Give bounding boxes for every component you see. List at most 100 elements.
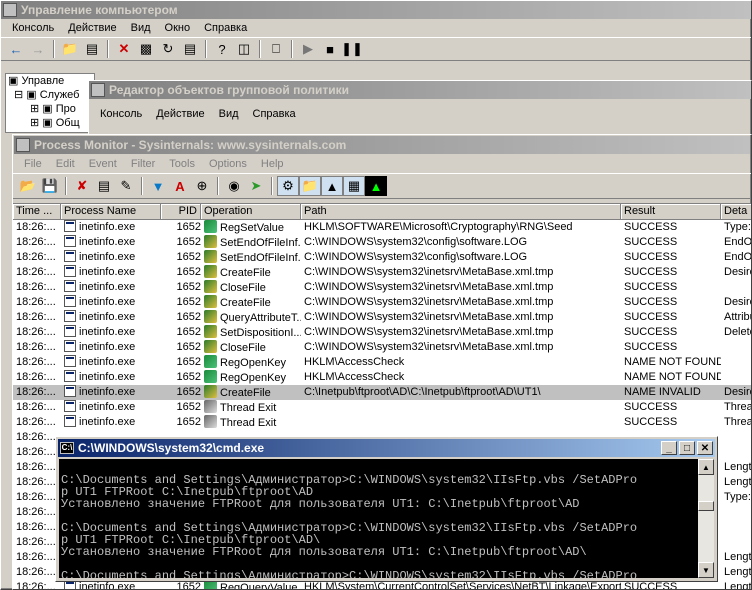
filter-icon[interactable]: ▼	[147, 176, 169, 196]
cell-time: 18:26:...	[13, 340, 61, 355]
table-row[interactable]: 18:26:... inetinfo.exe 1652 CloseFile C:\WIN…	[13, 340, 751, 355]
tree-item-root[interactable]: ▣ Управле	[8, 74, 94, 88]
menu-action[interactable]: Действие	[61, 22, 123, 34]
registry-icon	[204, 355, 217, 368]
tree-item-pro[interactable]: ⊞ ▣ Про	[8, 102, 94, 116]
forward-arrow-icon[interactable]: →	[27, 39, 49, 59]
cell-pid: 1652	[161, 385, 201, 400]
filesystem-activity-icon[interactable]: 📁	[299, 176, 321, 196]
pm-menu-file[interactable]: File	[17, 158, 49, 170]
stop-icon[interactable]: ■	[319, 39, 341, 59]
cell-detail-text: EndO	[724, 236, 751, 248]
profiling-icon[interactable]: ▲	[365, 176, 387, 196]
gpo-menu-action[interactable]: Действие	[149, 108, 211, 120]
table-row[interactable]: 18:26:... inetinfo.exe 1652 QueryAttributeT…	[13, 310, 751, 325]
highlight-icon[interactable]: A	[169, 176, 191, 196]
export-list-icon[interactable]: ▤	[179, 39, 201, 59]
tree-item-services[interactable]: ⊟ ▣ Служеб	[8, 88, 94, 102]
computer-management-titlebar[interactable]: Управление компьютером	[1, 1, 751, 19]
gpo-editor-icon	[91, 83, 105, 97]
process-icon	[64, 325, 76, 337]
col-operation[interactable]: Operation	[201, 204, 301, 219]
open-folder-icon[interactable]: 📂	[17, 176, 39, 196]
tree-item-shared[interactable]: ⊞ ▣ Общ	[8, 116, 94, 130]
gpo-menu-console[interactable]: Консоль	[93, 108, 149, 120]
find-icon[interactable]: ◉	[223, 176, 245, 196]
action-pane-icon[interactable]: ◫	[233, 39, 255, 59]
cell-time-text: 18:26:...	[16, 281, 56, 293]
cell-operation: CloseFile	[201, 340, 301, 355]
cell-time: 18:26:...	[13, 280, 61, 295]
table-row[interactable]: 18:26:... inetinfo.exe 1652 CreateFile C:\In…	[13, 385, 751, 400]
table-row[interactable]: 18:26:... inetinfo.exe 1652 RegOpenKey HKLM\…	[13, 355, 751, 370]
table-row[interactable]: 18:26:... inetinfo.exe 1652 CreateFile C:\WI…	[13, 265, 751, 280]
up-folder-icon[interactable]: 📁	[59, 39, 81, 59]
cell-path	[301, 400, 621, 415]
capture-icon[interactable]: ✘	[71, 176, 93, 196]
network-activity-icon[interactable]: ▲	[321, 176, 343, 196]
file-icon	[204, 280, 217, 293]
minimize-icon[interactable]: _	[661, 441, 677, 455]
autoscroll-icon[interactable]: ▤	[93, 176, 115, 196]
menu-console[interactable]: Консоль	[5, 22, 61, 34]
cell-result-text: SUCCESS	[624, 296, 678, 308]
close-icon[interactable]: ✕	[697, 441, 713, 455]
table-row[interactable]: 18:26:... inetinfo.exe 1652 Thread Exit SUCC…	[13, 400, 751, 415]
pm-menu-options[interactable]: Options	[202, 158, 254, 170]
clear-icon[interactable]: ✎	[115, 176, 137, 196]
col-pid[interactable]: PID	[161, 204, 201, 219]
jump-icon[interactable]: ➤	[245, 176, 267, 196]
show-tree-icon[interactable]: ▤	[81, 39, 103, 59]
pm-menu-event[interactable]: Event	[82, 158, 124, 170]
col-path[interactable]: Path	[301, 204, 621, 219]
cmd-scrollbar[interactable]: ▲ ▼	[698, 459, 714, 578]
gpo-editor-titlebar[interactable]: Редактор объектов групповой политики	[89, 81, 751, 99]
table-row[interactable]: 18:26:... inetinfo.exe 1652 RegOpenKey HKLM\…	[13, 370, 751, 385]
help-icon[interactable]: ?	[211, 39, 233, 59]
cell-time: 18:26:...	[13, 430, 61, 445]
table-row[interactable]: 18:26:... inetinfo.exe 1652 CreateFile C:\WI…	[13, 295, 751, 310]
table-row[interactable]: 18:26:... inetinfo.exe 1652 SetEndOfFileInf…	[13, 235, 751, 250]
gpo-menu-help[interactable]: Справка	[246, 108, 303, 120]
table-row[interactable]: 18:26:... inetinfo.exe 1652 CloseFile C:\WIN…	[13, 280, 751, 295]
gpo-menu-view[interactable]: Вид	[212, 108, 246, 120]
col-detail[interactable]: Deta	[721, 204, 751, 219]
col-result[interactable]: Result	[621, 204, 721, 219]
table-row[interactable]: 18:26:... inetinfo.exe 1652 SetEndOfFileInf…	[13, 250, 751, 265]
refresh-icon[interactable]: ↻	[157, 39, 179, 59]
pm-menu-edit[interactable]: Edit	[49, 158, 82, 170]
menu-window[interactable]: Окно	[158, 22, 198, 34]
cell-time-text: 18:26:...	[16, 326, 56, 338]
scroll-thumb[interactable]	[698, 501, 714, 511]
scroll-down-icon[interactable]: ▼	[698, 562, 714, 578]
include-process-icon[interactable]: ⊕	[191, 176, 213, 196]
cmd-titlebar[interactable]: C:\ C:\WINDOWS\system32\cmd.exe _ □ ✕	[58, 439, 715, 457]
back-arrow-icon[interactable]: ←	[5, 39, 27, 59]
pm-menu-tools[interactable]: Tools	[162, 158, 202, 170]
play-icon[interactable]: ▶	[297, 39, 319, 59]
save-icon[interactable]: 💾	[39, 176, 61, 196]
procmon-titlebar[interactable]: Process Monitor - Sysinternals: www.sysi…	[14, 136, 750, 154]
col-process-name[interactable]: Process Name	[61, 204, 161, 219]
computer-icon[interactable]: ⎕	[265, 39, 287, 59]
pm-menu-filter[interactable]: Filter	[124, 158, 162, 170]
scroll-up-icon[interactable]: ▲	[698, 459, 714, 475]
registry-activity-icon[interactable]: ⚙	[277, 176, 299, 196]
delete-icon[interactable]: ✕	[113, 39, 135, 59]
cell-pid-text: 1652	[176, 221, 201, 233]
properties-icon[interactable]: ▩	[135, 39, 157, 59]
process-activity-icon[interactable]: ▦	[343, 176, 365, 196]
cmd-console-output[interactable]: C:\Documents and Settings\Администратор>…	[59, 459, 698, 578]
table-row[interactable]: 18:26:... inetinfo.exe 1652 Thread Exit SUCC…	[13, 415, 751, 430]
pause-icon[interactable]: ❚❚	[341, 39, 363, 59]
maximize-icon[interactable]: □	[679, 441, 695, 455]
menu-view[interactable]: Вид	[124, 22, 158, 34]
menu-help[interactable]: Справка	[197, 22, 254, 34]
pm-menu-help[interactable]: Help	[254, 158, 291, 170]
cell-pid: 1652	[161, 265, 201, 280]
cell-result: SUCCESS	[621, 265, 721, 280]
table-row[interactable]: 18:26:... inetinfo.exe 1652 SetDispositionI…	[13, 325, 751, 340]
col-time[interactable]: Time ...	[13, 204, 61, 219]
process-icon	[64, 220, 76, 232]
table-row[interactable]: 18:26:... inetinfo.exe 1652 RegSetValue HKLM…	[13, 220, 751, 235]
